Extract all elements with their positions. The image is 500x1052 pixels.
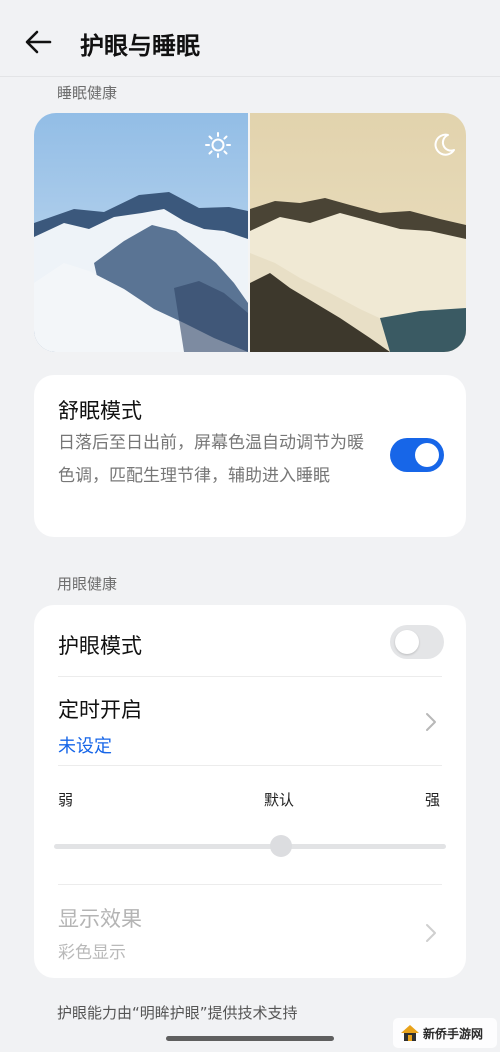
display-effect-value: 彩色显示 [58,943,126,963]
slider-thumb[interactable] [270,835,293,857]
eye-care-card: 护眼模式 定时开启 未设定 弱 默认 强 显示效果 彩色显示 [34,605,466,978]
chevron-right-icon [426,713,436,731]
toggle-knob [415,443,439,467]
top-bar: 护眼与睡眠 [0,0,500,80]
eye-mode-title: 护眼模式 [58,634,142,658]
technology-support-note: 护眼能力由“明眸护眼”提供技术支持 [57,1004,298,1022]
toggle-knob [395,630,419,654]
row-divider [58,765,442,766]
sleep-mode-toggle[interactable] [390,438,444,472]
display-effect-row[interactable]: 显示效果 彩色显示 [34,885,466,978]
color-temperature-preview [34,113,466,352]
home-indicator[interactable] [166,1036,334,1041]
section-label-eye: 用眼健康 [57,575,118,593]
schedule-value: 未设定 [58,736,112,757]
watermark-logo: 新侨手游网 [393,1018,497,1048]
arrow-left-icon[interactable] [22,26,54,58]
moon-icon [434,133,455,156]
chevron-right-icon [426,924,436,942]
page-title: 护眼与睡眠 [80,32,200,60]
display-effect-title: 显示效果 [58,907,142,931]
header-divider [0,76,500,77]
intensity-max-label: 强 [425,791,441,809]
schedule-row[interactable]: 定时开启 未设定 [34,677,466,765]
watermark-text: 新侨手游网 [423,1027,484,1041]
house-logo-icon [401,1025,419,1041]
eye-mode-toggle[interactable] [390,625,444,659]
sun-icon [205,132,231,158]
intensity-default-label: 默认 [264,791,295,809]
sleep-mode-description: 日落后至日出前，屏幕色温自动调节为暖色调，匹配生理节律，辅助进入睡眠 [58,433,364,486]
schedule-title: 定时开启 [58,698,142,722]
sleep-mode-title: 舒眠模式 [58,399,142,423]
sleep-mode-card: 舒眠模式 日落后至日出前，屏幕色温自动调节为暖色调，匹配生理节律，辅助进入睡眠 [34,375,466,537]
section-label-sleep: 睡眠健康 [57,84,118,102]
intensity-slider[interactable] [54,835,446,857]
intensity-min-label: 弱 [58,791,74,809]
